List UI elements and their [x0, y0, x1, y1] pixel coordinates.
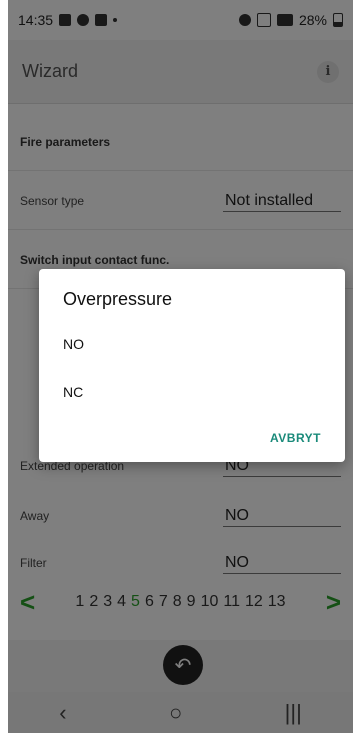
- screen: 14:35 28% Wizard i Fire parameters Senso…: [8, 0, 353, 733]
- dialog-title: Overpressure: [63, 289, 173, 309]
- option-no[interactable]: NO: [63, 336, 84, 352]
- cancel-button[interactable]: AVBRYT: [270, 431, 321, 445]
- option-nc[interactable]: NC: [63, 384, 83, 400]
- overpressure-dialog: Overpressure NO NC AVBRYT: [39, 269, 345, 462]
